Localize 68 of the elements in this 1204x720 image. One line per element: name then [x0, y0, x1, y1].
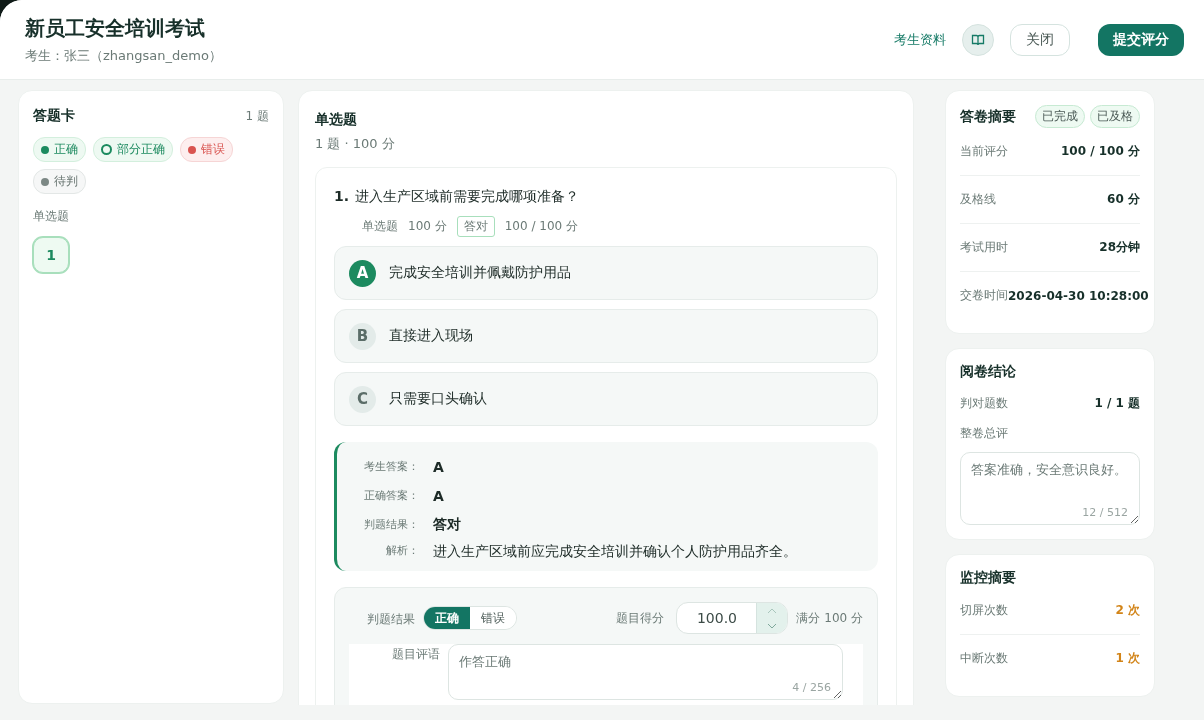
comment-label: 整卷总评 — [960, 425, 1009, 442]
char-count: 12 / 512 — [1082, 506, 1128, 519]
status-badge: 已完成 — [1035, 105, 1085, 128]
increase-icon[interactable] — [767, 607, 778, 614]
analysis-label: 解析： — [385, 543, 419, 558]
close-button[interactable]: 关闭 — [1010, 23, 1070, 56]
card-title: 答卷摘要 — [960, 107, 1016, 126]
summary-value: 60 分 — [1107, 191, 1140, 208]
explanation-text: 进入生产区域前应完成安全培训并确认个人防护用品齐全。 — [433, 543, 797, 561]
section-label: 单选题 — [33, 208, 70, 225]
score-input[interactable]: 100.0 — [676, 602, 789, 634]
examinee-info: 考生：张三（zhangsan_demo） — [25, 46, 222, 65]
legend-tag: 待判 — [33, 169, 86, 194]
conclusion-value: 1 / 1 题 — [1094, 394, 1140, 412]
exam-title: 新员工安全培训考试 — [25, 14, 206, 42]
summary-value: 28分钟 — [1099, 239, 1140, 256]
summary-label: 考试用时 — [960, 239, 1008, 256]
card-title: 阅卷结论 — [960, 363, 1017, 381]
panel-title: 答题卡 — [33, 107, 75, 125]
summary-label: 及格线 — [960, 191, 996, 208]
grading-label: 判题结果 — [366, 610, 415, 628]
decrease-icon[interactable] — [767, 622, 778, 629]
question-count: 1 题 — [245, 107, 269, 125]
analysis-label: 正确答案： — [363, 488, 419, 503]
monitor-value: 1 次 — [1115, 650, 1140, 667]
option-letter: C — [349, 385, 376, 413]
monitor-value: 2 次 — [1115, 602, 1140, 619]
summary-value: 2026-04-30 10:28:00 — [1008, 288, 1149, 303]
status-badge: 已及格 — [1090, 105, 1140, 128]
analysis-value: 答对 — [433, 515, 461, 534]
monitor-label: 中断次数 — [960, 650, 1008, 667]
question-points: 100 分 — [408, 218, 447, 235]
section-summary: 1 题 · 100 分 — [315, 135, 396, 153]
analysis-value: A — [433, 487, 444, 504]
legend-tag: 错误 — [180, 137, 233, 162]
book-button[interactable] — [962, 23, 994, 56]
comment-label: 题目评语 — [391, 646, 440, 663]
summary-label: 当前评分 — [960, 143, 1008, 160]
monitor-label: 切屏次数 — [960, 602, 1008, 619]
option-letter: A — [349, 259, 376, 287]
summary-value: 100 / 100 分 — [1061, 143, 1140, 160]
analysis-label: 判题结果： — [363, 517, 419, 532]
option-text: 直接进入现场 — [389, 327, 473, 345]
section-title: 单选题 — [315, 111, 358, 129]
question-score: 100 / 100 分 — [504, 218, 578, 235]
result-toggle[interactable]: 错误 — [470, 607, 516, 629]
question-number: 1. — [334, 188, 350, 204]
question-text: 进入生产区域前需要完成哪项准备？ — [355, 188, 580, 206]
question-type: 单选题 — [362, 218, 398, 235]
conclusion-label: 判对题数 — [960, 394, 1008, 412]
option-letter: B — [349, 322, 376, 350]
result-tag: 答对 — [456, 216, 495, 237]
submit-button[interactable]: 提交评分 — [1098, 23, 1184, 56]
result-toggle[interactable]: 正确 — [424, 607, 470, 629]
analysis-label: 考生答案： — [363, 459, 419, 474]
legend-tag: 部分正确 — [93, 137, 173, 162]
full-score: 满分 100 分 — [796, 609, 863, 627]
summary-label: 交卷时间 — [960, 287, 1008, 304]
analysis-value: A — [433, 458, 444, 475]
score-label: 题目得分 — [616, 609, 665, 627]
book-icon — [971, 32, 985, 47]
option-text: 只需要口头确认 — [389, 390, 487, 408]
profile-link[interactable]: 考生资料 — [894, 30, 946, 49]
char-count: 4 / 256 — [792, 681, 831, 694]
question-number-button[interactable]: 1 — [33, 237, 69, 273]
legend-tag: 正确 — [33, 137, 86, 162]
card-title: 监控摘要 — [960, 569, 1017, 587]
option-text: 完成安全培训并佩戴防护用品 — [389, 264, 571, 282]
